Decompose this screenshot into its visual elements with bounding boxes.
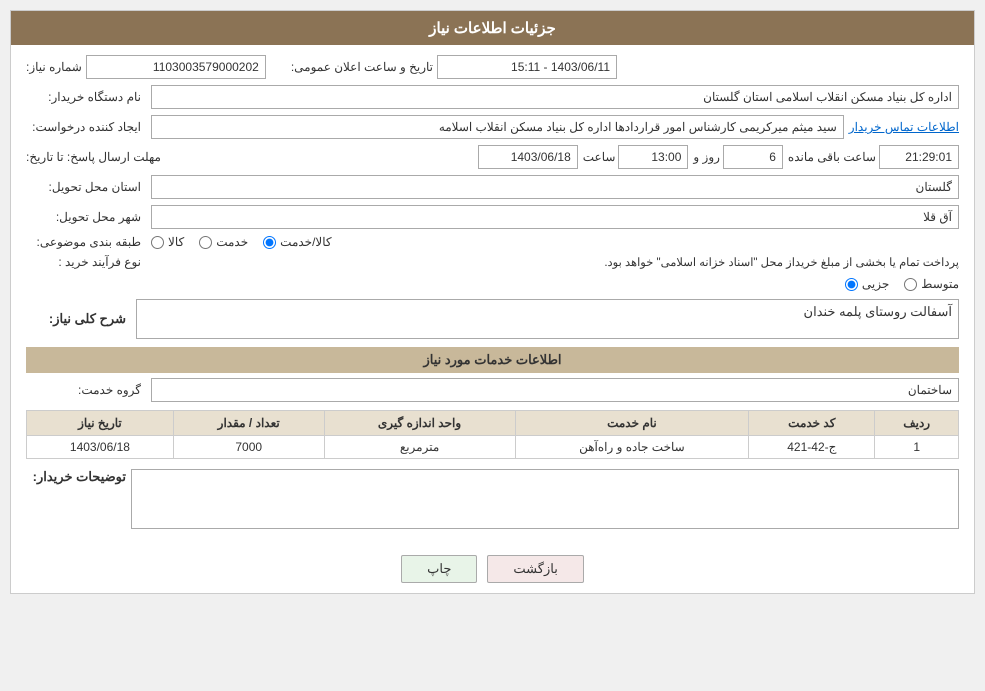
- col-need-date: تاریخ نیاز: [27, 411, 174, 436]
- creator-label: ایجاد کننده درخواست:: [26, 120, 146, 134]
- col-service-name: نام خدمت: [515, 411, 749, 436]
- city-label: شهر محل تحویل:: [26, 210, 146, 224]
- purchase-motawaset[interactable]: متوسط: [904, 277, 959, 291]
- radio-kala-khedmat-label: کالا/خدمت: [280, 235, 331, 249]
- need-desc-label: شرح کلی نیاز:: [26, 311, 126, 327]
- col-service-code: کد خدمت: [749, 411, 875, 436]
- category-kala[interactable]: کالا: [151, 235, 184, 249]
- page-title: جزئیات اطلاعات نیاز: [11, 11, 974, 45]
- purchase-note: پرداخت تمام یا بخشی از مبلغ خریداز محل "…: [604, 255, 959, 269]
- radio-motawaset-label: متوسط: [921, 277, 959, 291]
- time-label: ساعت: [583, 150, 616, 164]
- radio-khedmat-label: خدمت: [216, 235, 248, 249]
- buyer-name-input: اداره کل بنیاد مسکن انقلاب اسلامی استان …: [151, 85, 959, 109]
- need-number-label: شماره نیاز:: [26, 60, 82, 74]
- buyer-desc-label: توضیحات خریدار:: [26, 469, 126, 485]
- services-section-header: اطلاعات خدمات مورد نیاز: [26, 347, 959, 373]
- deadline-days-value: 6: [723, 145, 783, 169]
- service-group-input: ساختمان: [151, 378, 959, 402]
- need-number-value: 1103003579000202: [86, 55, 266, 79]
- col-unit: واحد اندازه گیری: [324, 411, 515, 436]
- purchase-type-label: نوع فرآیند خرید :: [26, 255, 146, 269]
- announce-date-value: 1403/06/11 - 15:11: [437, 55, 617, 79]
- deadline-label: مهلت ارسال پاسخ: تا تاریخ:: [26, 150, 166, 164]
- services-table: ردیف کد خدمت نام خدمت واحد اندازه گیری ت…: [26, 410, 959, 459]
- radio-kala-label: کالا: [168, 235, 184, 249]
- back-button[interactable]: بازگشت: [487, 555, 583, 583]
- announce-date-label: تاریخ و ساعت اعلان عمومی:: [291, 60, 433, 74]
- table-row: 1 ج-42-421 ساخت جاده و راه‌آهن مترمربع 7…: [27, 436, 959, 459]
- buyer-name-label: نام دستگاه خریدار:: [26, 90, 146, 104]
- days-label: روز و: [693, 150, 720, 164]
- city-input: آق قلا: [151, 205, 959, 229]
- purchase-type-radio-group: متوسط جزیی: [845, 277, 959, 291]
- remaining-time-value: 21:29:01: [879, 145, 959, 169]
- radio-jozee-label: جزیی: [862, 277, 889, 291]
- province-input: گلستان: [151, 175, 959, 199]
- service-group-label: گروه خدمت:: [26, 383, 146, 397]
- remaining-label: ساعت باقی مانده: [788, 150, 876, 164]
- button-row: بازگشت چاپ: [11, 545, 974, 593]
- category-khedmat[interactable]: خدمت: [199, 235, 248, 249]
- purchase-jozee[interactable]: جزیی: [845, 277, 889, 291]
- category-label: طبقه بندی موضوعی:: [26, 235, 146, 249]
- creator-input: سید میثم میرکریمی کارشناس امور قراردادها…: [151, 115, 844, 139]
- category-radio-group: کالا/خدمت خدمت کالا: [151, 235, 332, 249]
- contact-info-link[interactable]: اطلاعات تماس خریدار: [849, 120, 959, 134]
- col-row-num: ردیف: [875, 411, 959, 436]
- deadline-date-value: 1403/06/18: [478, 145, 578, 169]
- category-kala-khedmat[interactable]: کالا/خدمت: [263, 235, 331, 249]
- print-button[interactable]: چاپ: [401, 555, 477, 583]
- buyer-desc-textarea[interactable]: [131, 469, 959, 529]
- province-label: استان محل تحویل:: [26, 180, 146, 194]
- col-quantity: تعداد / مقدار: [173, 411, 324, 436]
- need-desc-box: آسفالت روستای پلمه خندان: [136, 299, 959, 339]
- deadline-time-value: 13:00: [618, 145, 688, 169]
